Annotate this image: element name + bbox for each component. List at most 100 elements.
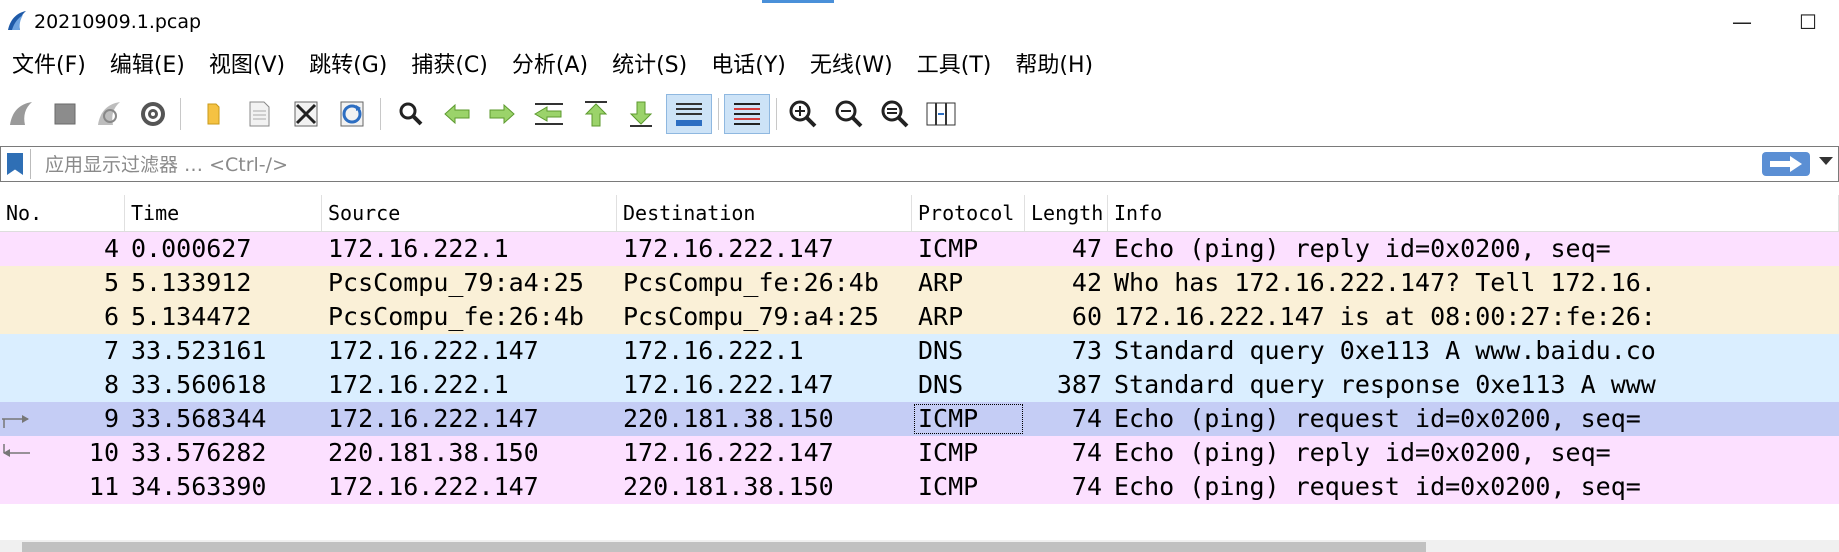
packet-source-cell: 172.16.222.147 (328, 336, 539, 365)
go-last-packet-button[interactable] (622, 94, 660, 134)
menu-capture[interactable]: 捕获(C) (399, 48, 500, 84)
packet-info-cell: Echo (ping) request id=0x0200, seq= (1114, 472, 1641, 501)
go-to-packet-icon (534, 103, 563, 125)
apply-filter-button[interactable] (1762, 152, 1810, 176)
horizontal-scrollbar[interactable] (0, 540, 1839, 552)
packet-destination-cell: 172.16.222.147 (623, 370, 834, 399)
packet-time-cell: 33.568344 (131, 404, 267, 433)
menu-help[interactable]: 帮助(H) (1003, 48, 1105, 84)
menu-wireless[interactable]: 无线(W) (798, 48, 905, 84)
restart-capture-icon (98, 102, 120, 125)
packet-row[interactable]: 11 34.563390 172.16.222.147 220.181.38.150 I… (0, 470, 1839, 504)
packet-length-cell: 74 (1071, 438, 1102, 467)
toolbar-separator (718, 98, 719, 130)
packet-protocol-cell: DNS (918, 370, 964, 399)
menu-telephony[interactable]: 电话(Y) (699, 48, 798, 84)
capture-options-button[interactable] (134, 94, 172, 134)
start-capture-button[interactable] (2, 94, 40, 134)
minimize-button[interactable]: — (1714, 6, 1770, 38)
menu-view[interactable]: 视图(V) (197, 48, 297, 84)
packet-time-cell: 34.563390 (131, 472, 267, 501)
menu-go[interactable]: 跳转(G) (297, 48, 399, 84)
packet-time-cell: 33.560618 (131, 370, 267, 399)
display-filter-input[interactable] (43, 148, 1747, 182)
packet-list: No. Time Source Destination Protocol Length In… (0, 195, 1839, 504)
packet-time-cell: 5.133912 (131, 268, 252, 297)
packet-row[interactable]: 7 33.523161 172.16.222.147 172.16.222.1 DNS 7… (0, 334, 1839, 368)
normal-size-button[interactable] (876, 94, 914, 134)
packet-row[interactable]: 10 33.576282 220.181.38.150 172.16.222.147 I… (0, 436, 1839, 470)
wireshark-logo-icon (8, 11, 26, 30)
zoom-in-button[interactable] (784, 94, 822, 134)
filter-dropdown-icon[interactable] (1819, 157, 1833, 165)
packet-length-cell: 60 (1071, 302, 1102, 331)
packet-no-cell: 11 (88, 472, 119, 501)
packet-row[interactable]: 5 5.133912 PcsCompu_79:a4:25 PcsCompu_fe:26… (0, 266, 1839, 300)
autoscroll-icon (676, 103, 702, 126)
zoom-out-icon (835, 100, 863, 128)
window-title: 20210909.1.pcap (34, 11, 202, 33)
packet-row[interactable]: 6 5.134472 PcsCompu_fe:26:4b PcsCompu_79:a4… (0, 300, 1839, 334)
open-file-button[interactable] (194, 94, 232, 134)
packet-row[interactable]: 8 33.560618 172.16.222.1 172.16.222.147 DNS 3… (0, 368, 1839, 402)
maximize-button[interactable]: ☐ (1780, 6, 1836, 38)
packet-protocol-cell: ICMP (918, 472, 979, 501)
packet-info-cell: Echo (ping) request id=0x0200, seq= (1114, 404, 1641, 433)
menu-bar: 文件(F) 编辑(E) 视图(V) 跳转(G) 捕获(C) 分析(A) 统计(S) 电话(Y)… (0, 48, 1839, 84)
col-length-header[interactable]: Length (1025, 195, 1108, 231)
packet-protocol-cell: ICMP (918, 234, 979, 263)
bookmark-icon[interactable] (7, 153, 23, 175)
colorize-button[interactable] (724, 94, 770, 134)
scrollbar-thumb[interactable] (22, 542, 1426, 552)
save-file-button[interactable] (240, 94, 278, 134)
col-destination-header[interactable]: Destination (617, 195, 912, 231)
packet-info-cell: Echo (ping) reply id=0x0200, seq= (1114, 438, 1611, 467)
restart-capture-button[interactable] (90, 94, 128, 134)
packet-destination-cell: 172.16.222.1 (623, 336, 804, 365)
packet-destination-cell: 220.181.38.150 (623, 404, 834, 433)
menu-statistics[interactable]: 统计(S) (600, 48, 699, 84)
autoscroll-button[interactable] (666, 94, 712, 134)
main-toolbar (0, 90, 1839, 138)
col-protocol-header[interactable]: Protocol (912, 195, 1025, 231)
colorize-icon (734, 103, 760, 125)
resize-columns-button[interactable] (922, 94, 960, 134)
go-forward-button[interactable] (483, 94, 521, 134)
stop-capture-button[interactable] (46, 94, 84, 134)
packet-protocol-cell: ICMP (918, 438, 979, 467)
close-file-button[interactable] (287, 94, 325, 134)
stop-capture-icon (54, 103, 76, 125)
packet-protocol-cell: ARP (918, 268, 964, 297)
packet-destination-cell: 172.16.222.147 (623, 438, 834, 467)
find-packet-button[interactable] (392, 94, 430, 134)
packet-row[interactable]: 4 0.000627 172.16.222.1 172.16.222.147 ICMP 4… (0, 232, 1839, 266)
toolbar-separator (180, 98, 181, 130)
packet-row[interactable]: 9 33.568344 172.16.222.147 220.181.38.150 IC… (0, 402, 1839, 436)
col-info-header[interactable]: Info (1108, 195, 1839, 231)
col-time-header[interactable]: Time (125, 195, 322, 231)
packet-length-cell: 387 (1056, 370, 1102, 399)
title-accent-line (762, 0, 834, 3)
menu-file[interactable]: 文件(F) (0, 48, 98, 84)
col-source-header[interactable]: Source (322, 195, 617, 231)
zoom-out-button[interactable] (830, 94, 868, 134)
go-forward-icon (489, 103, 515, 125)
go-first-packet-button[interactable] (577, 94, 615, 134)
menu-edit[interactable]: 编辑(E) (98, 48, 197, 84)
packet-destination-cell: 220.181.38.150 (623, 472, 834, 501)
go-back-button[interactable] (438, 94, 476, 134)
packet-info-cell: 172.16.222.147 is at 08:00:27:fe:26: (1114, 302, 1656, 331)
go-last-packet-icon (629, 101, 653, 127)
capture-options-icon (141, 102, 165, 126)
packet-time-cell: 33.523161 (131, 336, 267, 365)
normal-size-icon (881, 100, 909, 128)
go-to-packet-button[interactable] (530, 94, 568, 134)
menu-analyze[interactable]: 分析(A) (500, 48, 600, 84)
open-file-icon (207, 103, 220, 125)
col-no-header[interactable]: No. (0, 195, 125, 231)
packet-list-header: No. Time Source Destination Protocol Length In… (0, 195, 1839, 232)
go-first-packet-icon (584, 101, 608, 127)
menu-tools[interactable]: 工具(T) (905, 48, 1004, 84)
reload-file-button[interactable] (333, 94, 371, 134)
close-file-icon (294, 101, 318, 127)
